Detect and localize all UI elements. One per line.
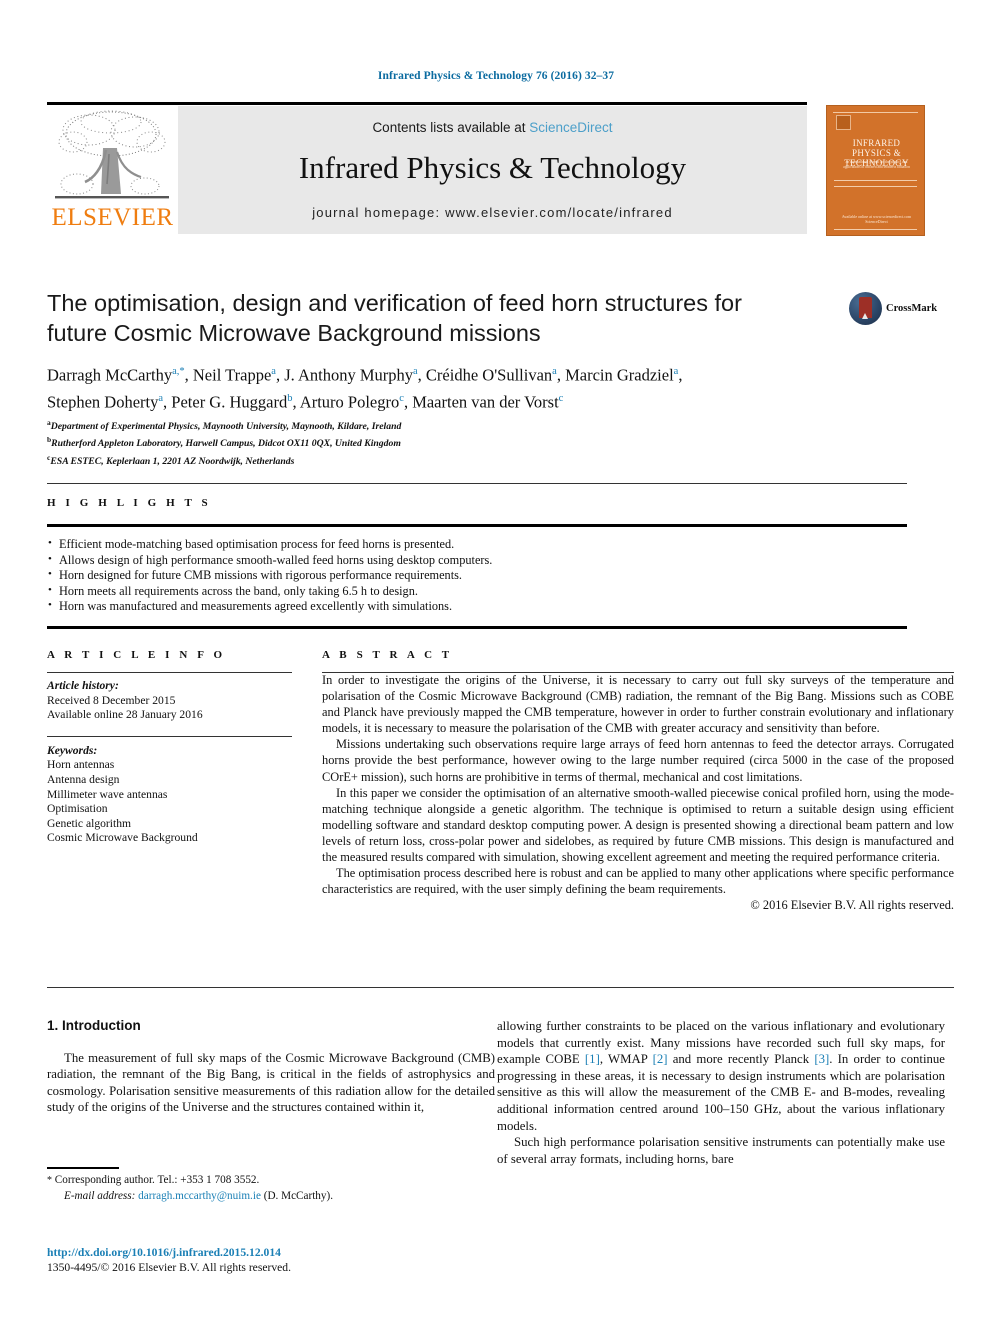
list-item: Horn meets all requirements across the b… [47,583,907,600]
body-column-right: allowing further constraints to be place… [497,1018,945,1167]
cover-subtitle: an international journal for the physics… [843,160,910,169]
cover-elsevier-mark-icon [836,115,851,130]
crossmark-label: CrossMark [886,303,938,314]
cover-rule-3 [834,229,917,230]
contents-prefix: Contents lists available at [372,120,530,135]
affiliation-b: bRutherford Appleton Laboratory, Harwell… [47,435,401,450]
keyword-item: Optimisation [47,802,108,816]
body-paragraph: allowing further constraints to be place… [497,1018,945,1134]
affiliations: aDepartment of Experimental Physics, May… [47,416,787,468]
abstract-paragraph: The optimisation process described here … [322,866,954,897]
cover-footer: Available online at www.sciencedirect.co… [841,214,912,224]
abstract-copyright: © 2016 Elsevier B.V. All rights reserved… [750,898,954,913]
email-label: E-mail address: [64,1189,136,1202]
citation-ref-2[interactable]: [2] [653,1052,668,1066]
list-item: Horn designed for future CMB missions wi… [47,567,907,584]
highlights-top-rule [47,483,907,484]
journal-cover-thumbnail[interactable]: INFRARED PHYSICS & TECHNOLOGY an interna… [826,105,925,236]
body-paragraph: The measurement of full sky maps of the … [47,1050,495,1115]
article-info-block: Article history: Received 8 December 201… [47,679,292,846]
list-item: Horn was manufactured and measurements a… [47,598,907,615]
keyword-item: Cosmic Microwave Background [47,831,198,845]
highlights-list: Efficient mode-matching based optimisati… [47,536,907,615]
highlights-bottom-rule [47,626,907,629]
email-note: E-mail address: darragh.mccarthy@nuim.ie… [47,1189,495,1204]
cover-rule-1 [834,180,917,181]
footnote-rule [47,1167,119,1169]
footnote-block: * Corresponding author. Tel.: +353 1 708… [47,1173,495,1203]
body-column-left: 1. Introduction The measurement of full … [47,1018,495,1116]
contents-available-line: Contents lists available at ScienceDirec… [178,120,807,135]
running-head: Infrared Physics & Technology 76 (2016) … [377,70,615,82]
citation-ref-3[interactable]: [3] [814,1052,829,1066]
doi-link[interactable]: http://dx.doi.org/10.1016/j.infrared.201… [47,1245,495,1260]
affiliation-c: cESA ESTEC, Keplerlaan 1, 2201 AZ Noordw… [47,452,295,468]
journal-article-page: Infrared Physics & Technology 76 (2016) … [0,0,992,1323]
abstract-paragraph: In this paper we consider the optimisati… [322,785,954,865]
affiliation-a: aDepartment of Experimental Physics, May… [47,418,402,433]
abstract-paragraph: Missions undertaking such observations r… [322,737,954,784]
abstract-paragraph: In order to investigate the origins of t… [322,673,954,736]
elsevier-logo[interactable]: ELSEVIER [47,106,178,234]
doi-block: http://dx.doi.org/10.1016/j.infrared.201… [47,1245,495,1275]
keyword-item: Horn antennas [47,758,115,772]
section-title: 1. Introduction [47,1018,141,1033]
journal-masthead: ELSEVIER Contents lists available at Sci… [47,106,807,234]
highlights-under-rule [47,524,907,527]
body-top-rule [47,987,954,988]
crossmark-badge[interactable]: CrossMark [849,292,937,326]
article-info-rule [47,672,292,673]
list-item: Efficient mode-matching based optimisati… [47,536,907,553]
issn-copyright: 1350-4495/© 2016 Elsevier B.V. All right… [47,1261,291,1274]
citation-ref-1[interactable]: [1] [585,1052,600,1066]
article-history-received: Received 8 December 2015 [47,693,176,707]
keywords-rule [47,735,292,737]
author-list: Darragh McCarthya,*, Neil Trappea, J. An… [47,365,683,412]
corresponding-author-note: * Corresponding author. Tel.: +353 1 708… [47,1173,495,1189]
cover-rule-2 [834,186,917,187]
keywords-label: Keywords: [47,743,98,757]
elsevier-tree-icon [55,110,169,199]
corresponding-author-text: Corresponding author. Tel.: +353 1 708 3… [54,1174,260,1186]
article-history-online: Available online 28 January 2016 [47,708,203,722]
highlights-heading: H I G H L I G H T S [47,497,212,509]
email-link[interactable]: darragh.mccarthy@nuim.ie [138,1190,261,1202]
elsevier-wordmark: ELSEVIER [51,204,174,231]
crossmark-book-icon [859,297,872,319]
journal-band: Contents lists available at ScienceDirec… [178,106,807,234]
body-paragraph: Such high performance polarisation sensi… [497,1135,945,1166]
keyword-item: Millimeter wave antennas [47,787,168,801]
asterisk-icon: * [47,1175,52,1186]
page-title: The optimisation, design and verificatio… [47,290,742,346]
keyword-item: Antenna design [47,772,120,786]
body-text: and more recently Planck [667,1052,815,1067]
body-text: , WMAP [599,1052,653,1067]
crossmark-circle-icon [849,292,882,325]
list-item: Allows design of high performance smooth… [47,552,907,569]
email-owner: (D. McCarthy). [263,1189,334,1202]
masthead-top-rule [47,102,807,105]
journal-title: Infrared Physics & Technology [298,150,687,185]
journal-homepage-link[interactable]: journal homepage: www.elsevier.com/locat… [178,205,807,220]
abstract-body: In order to investigate the origins of t… [322,672,954,913]
abstract-heading: A B S T R A C T [322,649,453,661]
keyword-item: Genetic algorithm [47,816,132,830]
article-info-heading: A R T I C L E I N F O [47,649,226,661]
sciencedirect-link[interactable]: ScienceDirect [529,120,612,135]
article-history-label: Article history: [47,679,119,692]
